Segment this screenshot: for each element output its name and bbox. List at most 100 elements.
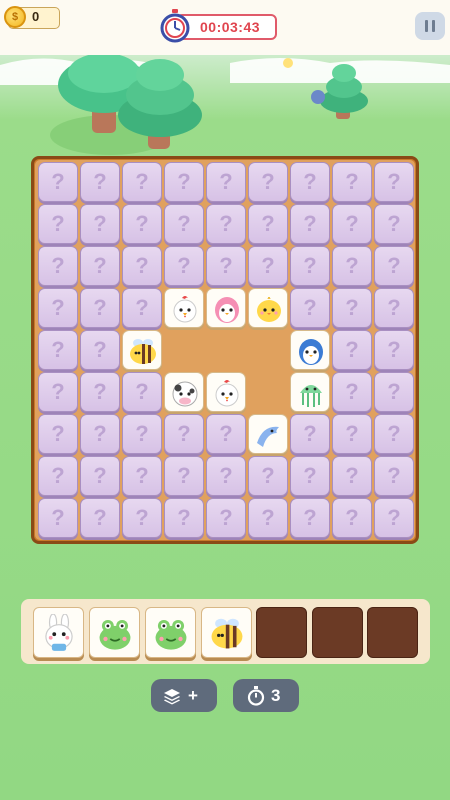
tile-yellow-chick[interactable] bbox=[248, 288, 288, 328]
tile-hidden[interactable]: ? bbox=[80, 456, 120, 496]
tray-slot-empty bbox=[367, 607, 418, 658]
pause-button[interactable] bbox=[415, 12, 445, 40]
tile-jellyfish[interactable] bbox=[290, 372, 330, 412]
stopwatch-icon bbox=[160, 9, 190, 43]
tile-hidden[interactable]: ? bbox=[38, 246, 78, 286]
tile-hidden[interactable]: ? bbox=[80, 162, 120, 202]
time-freeze-button[interactable]: 3 bbox=[233, 679, 299, 712]
tile-hidden[interactable]: ? bbox=[332, 456, 372, 496]
tile-hidden[interactable]: ? bbox=[374, 456, 414, 496]
tray-slot-rabbit bbox=[33, 607, 84, 658]
tile-hidden[interactable]: ? bbox=[206, 414, 246, 454]
tile-hidden[interactable]: ? bbox=[122, 456, 162, 496]
tile-hidden[interactable]: ? bbox=[290, 204, 330, 244]
question-mark-icon: ? bbox=[93, 169, 107, 194]
tile-hidden[interactable]: ? bbox=[332, 414, 372, 454]
tile-hidden[interactable]: ? bbox=[122, 288, 162, 328]
tile-hidden[interactable]: ? bbox=[164, 498, 204, 538]
tile-hidden[interactable]: ? bbox=[122, 162, 162, 202]
tile-hidden[interactable]: ? bbox=[290, 162, 330, 202]
tile-hidden[interactable]: ? bbox=[248, 204, 288, 244]
tile-hidden[interactable]: ? bbox=[332, 162, 372, 202]
tile-hidden[interactable]: ? bbox=[38, 372, 78, 412]
tile-chicken[interactable] bbox=[206, 372, 246, 412]
tile-penguin[interactable] bbox=[290, 330, 330, 370]
tile-hidden[interactable]: ? bbox=[206, 456, 246, 496]
tile-hidden[interactable]: ? bbox=[80, 288, 120, 328]
tile-hidden[interactable]: ? bbox=[38, 204, 78, 244]
question-mark-icon: ? bbox=[345, 463, 359, 488]
tile-hidden[interactable]: ? bbox=[164, 456, 204, 496]
tile-hidden[interactable]: ? bbox=[374, 372, 414, 412]
tile-hidden[interactable]: ? bbox=[374, 498, 414, 538]
tile-hidden[interactable]: ? bbox=[38, 330, 78, 370]
tile-hidden[interactable]: ? bbox=[122, 372, 162, 412]
tile-hidden[interactable]: ? bbox=[122, 246, 162, 286]
question-mark-icon: ? bbox=[219, 421, 233, 446]
tile-hidden[interactable]: ? bbox=[206, 498, 246, 538]
tile-hidden[interactable]: ? bbox=[374, 330, 414, 370]
tile-hidden[interactable]: ? bbox=[38, 162, 78, 202]
question-mark-icon: ? bbox=[51, 295, 65, 320]
shuffle-button[interactable]: + bbox=[151, 679, 217, 712]
tile-hidden[interactable]: ? bbox=[206, 204, 246, 244]
tile-hidden[interactable]: ? bbox=[38, 498, 78, 538]
tile-hidden[interactable]: ? bbox=[374, 288, 414, 328]
tray-slot-empty bbox=[312, 607, 363, 658]
question-mark-icon: ? bbox=[51, 463, 65, 488]
tile-hidden[interactable]: ? bbox=[122, 414, 162, 454]
tile-hidden[interactable]: ? bbox=[38, 456, 78, 496]
tile-bee[interactable] bbox=[122, 330, 162, 370]
tile-hidden[interactable]: ? bbox=[80, 204, 120, 244]
tile-hidden[interactable]: ? bbox=[206, 246, 246, 286]
tile-pink-penguin[interactable] bbox=[206, 288, 246, 328]
tile-hidden[interactable]: ? bbox=[332, 204, 372, 244]
tile-hidden[interactable]: ? bbox=[38, 288, 78, 328]
tile-hidden[interactable]: ? bbox=[332, 330, 372, 370]
tile-hidden[interactable]: ? bbox=[332, 498, 372, 538]
tile-hidden[interactable]: ? bbox=[374, 204, 414, 244]
tile-hidden[interactable]: ? bbox=[332, 372, 372, 412]
tile-hidden[interactable]: ? bbox=[122, 204, 162, 244]
tile-cow[interactable] bbox=[164, 372, 204, 412]
tile-hidden[interactable]: ? bbox=[80, 246, 120, 286]
tile-hidden[interactable]: ? bbox=[290, 288, 330, 328]
tile-hidden[interactable]: ? bbox=[206, 162, 246, 202]
tile-hidden[interactable]: ? bbox=[332, 288, 372, 328]
question-mark-icon: ? bbox=[177, 253, 191, 278]
time-count: 3 bbox=[271, 686, 281, 705]
tile-hidden[interactable]: ? bbox=[122, 498, 162, 538]
tile-hidden[interactable]: ? bbox=[248, 162, 288, 202]
tile-hidden[interactable]: ? bbox=[290, 414, 330, 454]
tile-hidden[interactable]: ? bbox=[80, 330, 120, 370]
question-mark-icon: ? bbox=[387, 211, 401, 236]
tile-hidden[interactable]: ? bbox=[374, 414, 414, 454]
tile-hidden[interactable]: ? bbox=[80, 414, 120, 454]
tray-slot-empty bbox=[256, 607, 307, 658]
tile-hidden[interactable]: ? bbox=[290, 498, 330, 538]
timer-text: 00:03:43 bbox=[200, 19, 261, 35]
question-mark-icon: ? bbox=[345, 253, 359, 278]
question-mark-icon: ? bbox=[51, 379, 65, 404]
tile-hidden[interactable]: ? bbox=[374, 246, 414, 286]
tile-hidden[interactable]: ? bbox=[80, 372, 120, 412]
tile-hidden[interactable]: ? bbox=[164, 162, 204, 202]
tile-hidden[interactable]: ? bbox=[38, 414, 78, 454]
tile-hidden[interactable]: ? bbox=[332, 246, 372, 286]
question-mark-icon: ? bbox=[219, 253, 233, 278]
tile-hidden[interactable]: ? bbox=[248, 498, 288, 538]
tile-hidden[interactable]: ? bbox=[290, 246, 330, 286]
tile-hidden[interactable]: ? bbox=[164, 204, 204, 244]
question-mark-icon: ? bbox=[51, 421, 65, 446]
dolphin-icon bbox=[257, 426, 279, 447]
tile-hidden[interactable]: ? bbox=[290, 456, 330, 496]
tile-hidden[interactable]: ? bbox=[164, 246, 204, 286]
tile-hidden[interactable]: ? bbox=[248, 456, 288, 496]
tile-hidden[interactable]: ? bbox=[164, 414, 204, 454]
question-mark-icon: ? bbox=[345, 169, 359, 194]
tile-chicken[interactable] bbox=[164, 288, 204, 328]
tile-hidden[interactable]: ? bbox=[248, 246, 288, 286]
tile-hidden[interactable]: ? bbox=[80, 498, 120, 538]
tile-dolphin[interactable] bbox=[248, 414, 288, 454]
tile-hidden[interactable]: ? bbox=[374, 162, 414, 202]
